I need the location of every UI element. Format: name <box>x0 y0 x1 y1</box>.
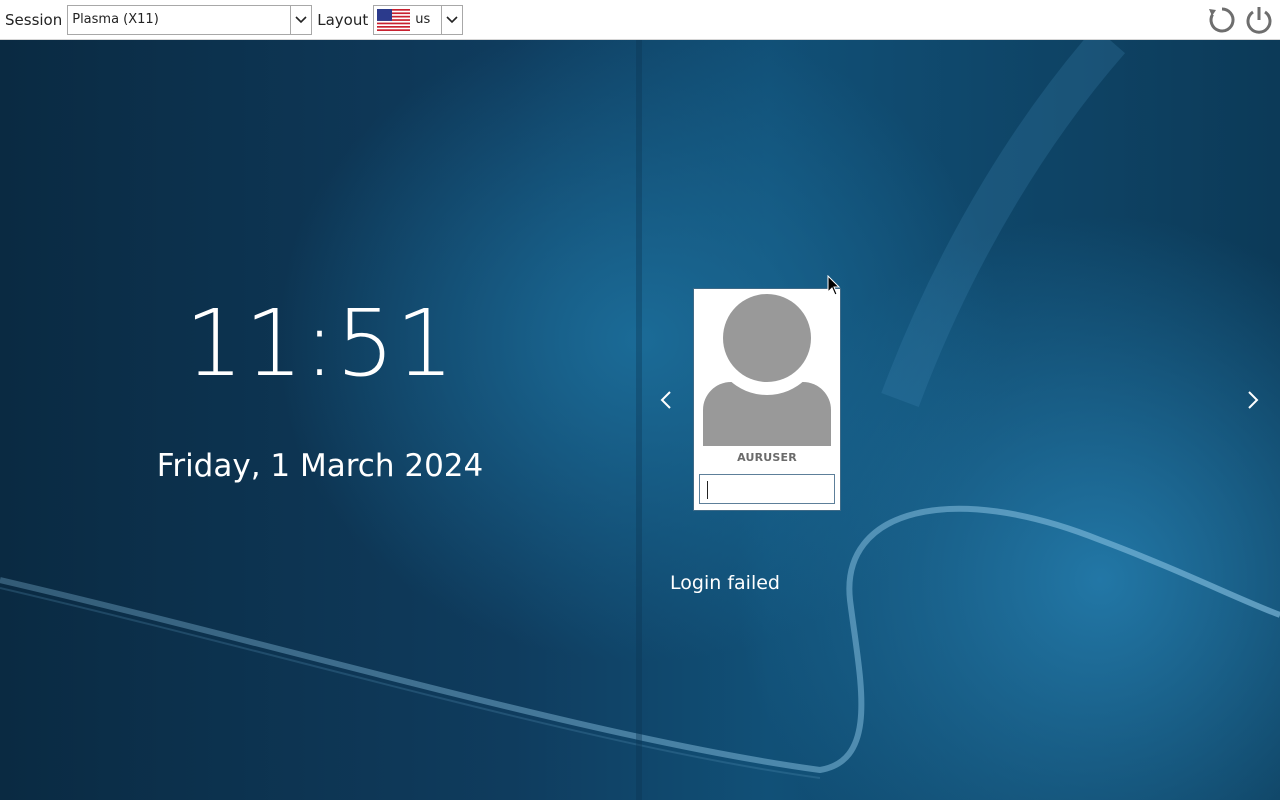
wallpaper-swoosh <box>0 40 1280 800</box>
login-status-message: Login failed <box>670 572 780 594</box>
username-label: AURUSER <box>737 451 797 464</box>
power-controls <box>1206 4 1274 35</box>
reboot-icon[interactable] <box>1206 4 1237 35</box>
wallpaper <box>0 40 1280 800</box>
clock-time: 11:51 <box>184 290 456 397</box>
chevron-right-icon <box>1248 391 1259 409</box>
chevron-down-icon[interactable] <box>441 5 462 34</box>
previous-user-button[interactable] <box>656 387 676 413</box>
layout-label: Layout <box>317 10 369 29</box>
chevron-left-icon <box>660 391 671 409</box>
chevron-down-icon[interactable] <box>290 5 311 34</box>
user-card[interactable]: AURUSER <box>693 288 841 511</box>
mouse-cursor-icon <box>827 275 841 296</box>
session-value: Plasma (X11) <box>72 12 159 27</box>
us-flag-icon <box>377 8 411 31</box>
next-user-button[interactable] <box>1243 387 1263 413</box>
top-bar: Session Plasma (X11) Layout us <box>0 0 1280 40</box>
session-select[interactable]: Plasma (X11) <box>67 4 313 35</box>
power-icon[interactable] <box>1243 4 1274 35</box>
text-caret <box>707 481 708 499</box>
session-label: Session <box>5 10 63 29</box>
layout-value: us <box>415 12 431 27</box>
password-field[interactable] <box>699 474 835 504</box>
layout-select[interactable]: us <box>373 4 464 35</box>
clock-date: Friday, 1 March 2024 <box>156 448 484 484</box>
user-avatar-icon <box>703 294 831 446</box>
